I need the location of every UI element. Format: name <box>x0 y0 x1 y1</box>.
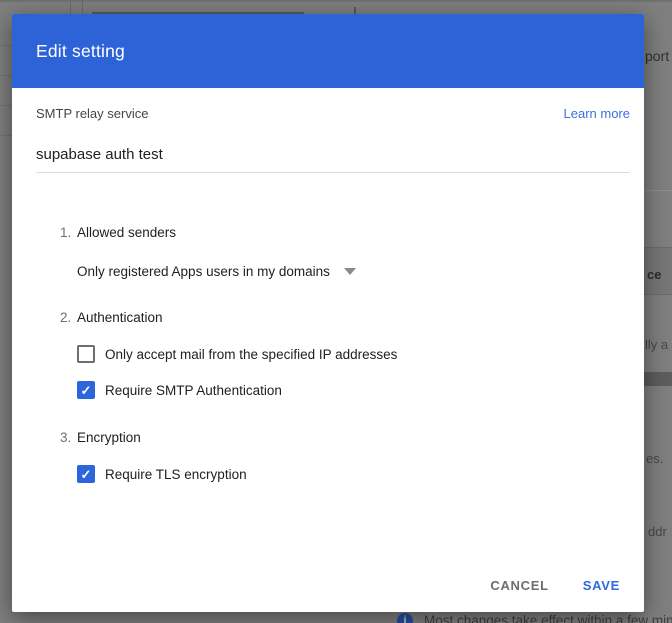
checkbox-checked[interactable]: ✓ <box>77 381 95 399</box>
background-text-fragment: lly a <box>645 337 668 352</box>
background-text-fragment: es. <box>646 451 663 466</box>
check-icon: ✓ <box>81 384 92 397</box>
section-number: 1. <box>60 225 77 240</box>
background-text-fragment: ce <box>647 267 661 282</box>
checkbox-label: Only accept mail from the specified IP a… <box>105 347 397 362</box>
check-icon: ✓ <box>81 468 92 481</box>
section-label: Encryption <box>77 430 141 445</box>
save-button[interactable]: SAVE <box>583 578 620 593</box>
section-label: Allowed senders <box>77 225 176 240</box>
edit-setting-dialog: Edit setting SMTP relay service Learn mo… <box>12 14 644 612</box>
section-encryption: 3.Encryption ✓ Require TLS encryption <box>60 430 630 483</box>
background-divider <box>0 105 12 106</box>
checkbox-unchecked[interactable] <box>77 345 95 363</box>
learn-more-link[interactable]: Learn more <box>564 106 630 121</box>
allowed-senders-dropdown[interactable]: Only registered Apps users in my domains <box>77 264 356 279</box>
dialog-body: SMTP relay service Learn more 1.Allowed … <box>12 106 644 483</box>
background-divider <box>644 372 672 386</box>
background-divider <box>70 0 71 14</box>
section-title: 2.Authentication <box>60 310 630 325</box>
checkbox-row-ip-addresses[interactable]: Only accept mail from the specified IP a… <box>77 345 630 363</box>
setting-name-input[interactable] <box>36 146 630 173</box>
checkbox-row-smtp-auth[interactable]: ✓ Require SMTP Authentication <box>77 381 630 399</box>
field-header-row: SMTP relay service Learn more <box>36 106 630 121</box>
section-number: 3. <box>60 430 77 445</box>
settings-sections: 1.Allowed senders Only registered Apps u… <box>36 225 630 483</box>
chevron-down-icon <box>344 268 356 275</box>
section-title: 3.Encryption <box>60 430 630 445</box>
section-allowed-senders: 1.Allowed senders Only registered Apps u… <box>60 225 630 281</box>
dialog-title: Edit setting <box>36 41 125 62</box>
cancel-button[interactable]: CANCEL <box>490 578 548 593</box>
background-divider <box>644 190 672 191</box>
dialog-header: Edit setting <box>12 14 644 88</box>
checkbox-label: Require TLS encryption <box>105 467 247 482</box>
checkbox-label: Require SMTP Authentication <box>105 383 282 398</box>
dropdown-selected-value: Only registered Apps users in my domains <box>77 264 330 279</box>
section-content: ✓ Require TLS encryption <box>77 465 630 483</box>
background-divider <box>354 7 356 14</box>
smtp-relay-service-label: SMTP relay service <box>36 106 148 121</box>
screen: port ce lly a es. ddr i Most changes tak… <box>0 0 672 623</box>
info-icon: i <box>397 613 413 623</box>
section-number: 2. <box>60 310 77 325</box>
section-content: Only accept mail from the specified IP a… <box>77 345 630 399</box>
dialog-actions: CANCEL SAVE <box>490 578 620 593</box>
background-divider <box>0 75 12 76</box>
background-divider <box>0 135 12 136</box>
background-text-fragment: port <box>645 48 669 64</box>
background-divider <box>0 45 12 46</box>
background-divider <box>82 0 83 14</box>
checkbox-checked[interactable]: ✓ <box>77 465 95 483</box>
section-title: 1.Allowed senders <box>60 225 630 240</box>
section-content: Only registered Apps users in my domains <box>77 240 630 281</box>
background-topbar <box>0 0 672 2</box>
section-label: Authentication <box>77 310 163 325</box>
section-authentication: 2.Authentication Only accept mail from t… <box>60 310 630 399</box>
background-footer-note: Most changes take effect within a few mi… <box>424 613 672 623</box>
background-text-fragment: ddr <box>648 524 667 539</box>
checkbox-row-tls[interactable]: ✓ Require TLS encryption <box>77 465 630 483</box>
